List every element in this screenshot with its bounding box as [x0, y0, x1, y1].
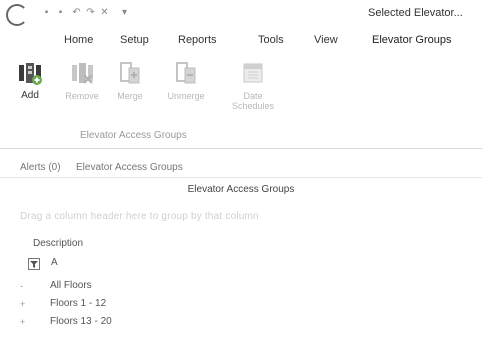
tab-view[interactable]: View [314, 34, 338, 46]
title-bar: ▪ ▪ ↶ ↷ ✕ ▾ Selected Elevator... [0, 0, 482, 30]
remove-button-label: Remove [65, 91, 99, 101]
add-button-label: Add [21, 90, 39, 101]
row-description: Floors 1 - 12 [50, 298, 107, 309]
group-by-hint: Drag a column header here to group by th… [20, 211, 259, 222]
filter-icon[interactable] [28, 257, 40, 275]
add-button[interactable]: Add [8, 58, 52, 116]
merge-icon [117, 60, 143, 86]
tab-reports[interactable]: Reports [178, 34, 217, 46]
tab-elevator-groups[interactable]: Elevator Groups [372, 34, 451, 46]
row-expand-toggle[interactable]: + [20, 317, 28, 327]
tab-tools[interactable]: Tools [258, 34, 284, 46]
date-schedules-button[interactable]: Date Schedules [230, 58, 276, 116]
page-title: Elevator Access Groups [187, 184, 295, 195]
tab-home[interactable]: Home [64, 34, 93, 46]
breadcrumb-current[interactable]: Elevator Access Groups [76, 162, 183, 173]
alerts-link[interactable]: Alerts (0) [20, 162, 61, 173]
remove-group-icon [69, 60, 95, 86]
ribbon-group-label: Elevator Access Groups [80, 130, 187, 141]
row-description: All Floors [50, 280, 92, 291]
date-schedules-button-label: Date Schedules [231, 91, 275, 111]
column-header-description[interactable]: Description [33, 238, 83, 249]
unmerge-button-label: Unmerge [167, 91, 205, 101]
unmerge-icon [173, 60, 199, 86]
ribbon-panel: Add Remove Merge Unmerge Date Schedules … [0, 52, 482, 149]
qat-tool-icon[interactable]: ✕ [100, 8, 109, 18]
merge-button[interactable]: Merge [108, 58, 152, 116]
add-group-icon [17, 60, 43, 86]
qat-save-icon[interactable]: ▪ [42, 8, 51, 18]
row-expand-toggle[interactable]: - [20, 281, 28, 291]
qat-print-icon[interactable]: ▪ [56, 8, 65, 18]
window-title: Selected Elevator... [368, 7, 463, 19]
calendar-icon [240, 60, 266, 86]
remove-button[interactable]: Remove [60, 58, 104, 116]
breadcrumb: Alerts (0) Elevator Access Groups [0, 159, 482, 178]
row-expand-toggle[interactable]: + [20, 299, 28, 309]
merge-button-label: Merge [117, 91, 143, 101]
qat-undo-icon[interactable]: ↶ [72, 8, 81, 18]
row-description: Floors 13 - 20 [50, 316, 112, 327]
tab-setup[interactable]: Setup [120, 34, 149, 46]
app-menu-icon[interactable] [6, 4, 28, 26]
qat-redo-icon[interactable]: ↷ [86, 8, 95, 18]
ribbon-tabs: Home Setup Reports Tools View Elevator G… [0, 30, 482, 52]
unmerge-button[interactable]: Unmerge [164, 58, 208, 116]
qat-customize-icon[interactable]: ▾ [120, 8, 129, 18]
filter-value[interactable]: A [51, 257, 58, 268]
